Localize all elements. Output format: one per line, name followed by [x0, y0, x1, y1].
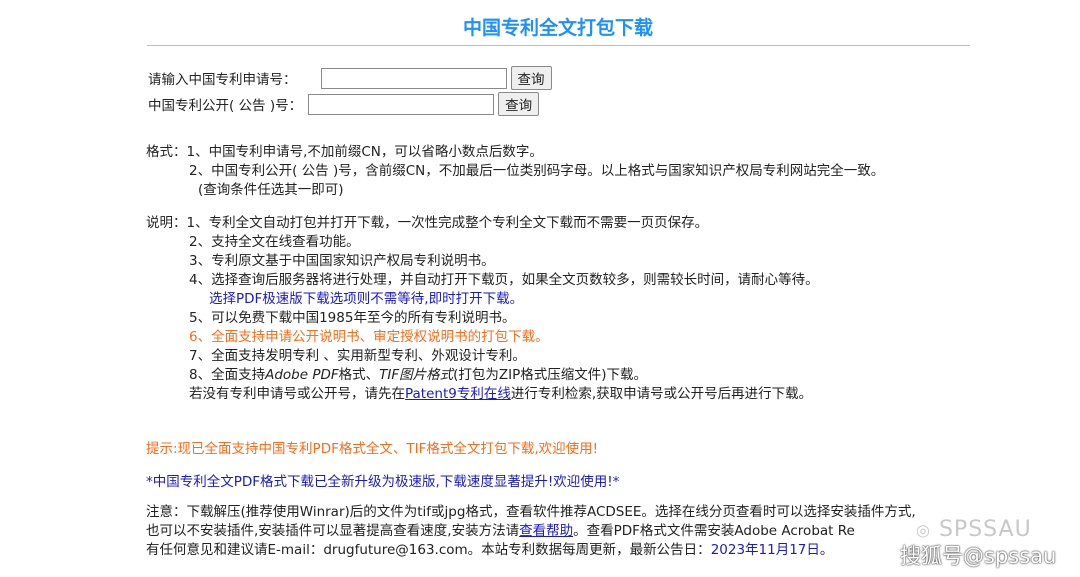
notes-prefix: 说明： — [146, 215, 187, 231]
application-number-input[interactable] — [320, 67, 507, 89]
application-number-label: 请输入中国专利申请号： — [148, 72, 297, 88]
format-section: 格式：1、中国专利申请号,不加前缀CN，可以省略小数点后数字。 2、中国专利公开… — [146, 143, 884, 200]
format-line-1: 1、中国专利申请号,不加前缀CN，可以省略小数点后数字。 — [186, 144, 543, 160]
footer-line-1: 注意：下载解压(推荐使用Winrar)后的文件为tif或jpg格式，查看软件推荐… — [146, 504, 916, 520]
note-8-part-a: 8、全面支持 — [189, 367, 266, 383]
note-5: 5、可以免费下载中国1985年至今的所有专利说明书。 — [189, 310, 516, 326]
note-8-pdf: Adobe PDF — [265, 367, 339, 383]
notes-section: 说明：1、专利全文自动打包并打开下载，一次性完成整个专利全文下载而不需要一页页保… — [146, 214, 819, 404]
note-8-part-c: 格式、 — [338, 367, 380, 383]
note-9: 若没有专利申请号或公开号，请先在Patent9专利在线进行专利检索,获取申请号或… — [146, 385, 819, 404]
format-line-2: 2、中国专利公开( 公告 )号，含前缀CN，不加最后一位类别码字母。以上格式与国… — [189, 163, 885, 179]
spssau-watermark-text: SPSSAU — [938, 517, 1032, 542]
wechat-icon: ◎ — [916, 520, 931, 540]
note-7: 7、全面支持发明专利 、实用新型专利、外观设计专利。 — [189, 348, 526, 364]
application-number-row: 请输入中国专利申请号： 查询 — [148, 66, 552, 90]
footer-line-3: 有任何意见和建议请E-mail：drugfuture@163.com。本站专利数… — [146, 541, 916, 560]
patent9-link[interactable]: Patent9专利在线 — [405, 386, 511, 402]
publication-number-input[interactable] — [308, 93, 495, 115]
announcement-text: *中国专利全文PDF格式下载已全新升级为极速版,下载速度显著提升!欢迎使用!* — [146, 474, 620, 490]
publication-query-button[interactable]: 查询 — [498, 92, 540, 116]
note-8-tif: TIF图片格式 — [379, 367, 454, 383]
note-9-part-b: 进行专利检索,获取申请号或公开号后再进行下载。 — [510, 386, 813, 402]
sohu-watermark: 搜狐号@spssau — [900, 544, 1057, 568]
footer-line-3-a: 有任何意见和建议请E-mail：drugfuture@163.com。本站专利数… — [146, 542, 711, 558]
tip-text: 提示:现已全面支持中国专利PDF格式全文、TIF格式全文打包下载,欢迎使用! — [146, 441, 599, 457]
latest-announcement-date: 2023年11月17日 — [710, 542, 820, 558]
help-link[interactable]: 查看帮助 — [519, 523, 573, 539]
note-1: 1、专利全文自动打包并打开下载，一次性完成整个专利全文下载而不需要一页页保存。 — [186, 215, 709, 231]
format-prefix: 格式： — [146, 144, 187, 160]
footer-line-3-b: 。 — [819, 542, 834, 558]
publication-number-row: 中国专利公开( 公告 )号： 查询 — [148, 92, 540, 116]
note-4: 4、选择查询后服务器将进行处理，并自动打开下载页，如果全文页数较多，则需较长时间… — [189, 272, 819, 288]
format-line-3: (查询条件任选其一即可) — [198, 182, 344, 198]
divider — [147, 45, 970, 46]
spssau-watermark: ◎ SPSSAU — [916, 517, 1032, 542]
note-9-part-a: 若没有专利申请号或公开号，请先在 — [189, 386, 405, 402]
note-8-part-e: (打包为ZIP格式压缩文件)下载。 — [453, 367, 648, 383]
note-4-pdf-hint: 选择PDF极速版下载选项则不需等待,即时打开下载。 — [209, 291, 524, 307]
footer-line-2: 也可以不安装插件,安装插件可以显著提高查看速度,安装方法请查看帮助。查看PDF格… — [146, 522, 916, 541]
footer-line-2-b: 。查看PDF格式文件需安装Adobe Acrobat Re — [573, 523, 855, 539]
note-8: 8、全面支持Adobe PDF格式、TIF图片格式(打包为ZIP格式压缩文件)下… — [146, 366, 819, 385]
note-2: 2、支持全文在线查看功能。 — [189, 234, 360, 250]
note-3: 3、专利原文基于中国国家知识产权局专利说明书。 — [189, 253, 495, 269]
page-title: 中国专利全文打包下载 — [462, 17, 653, 39]
publication-number-label: 中国专利公开( 公告 )号： — [148, 98, 303, 114]
footer-section: 注意：下载解压(推荐使用Winrar)后的文件为tif或jpg格式，查看软件推荐… — [146, 503, 916, 560]
note-6: 6、全面支持申请公开说明书、审定授权说明书的打包下载。 — [189, 329, 549, 345]
application-query-button[interactable]: 查询 — [510, 66, 552, 90]
footer-line-2-a: 也可以不安装插件,安装插件可以显著提高查看速度,安装方法请 — [146, 523, 520, 539]
